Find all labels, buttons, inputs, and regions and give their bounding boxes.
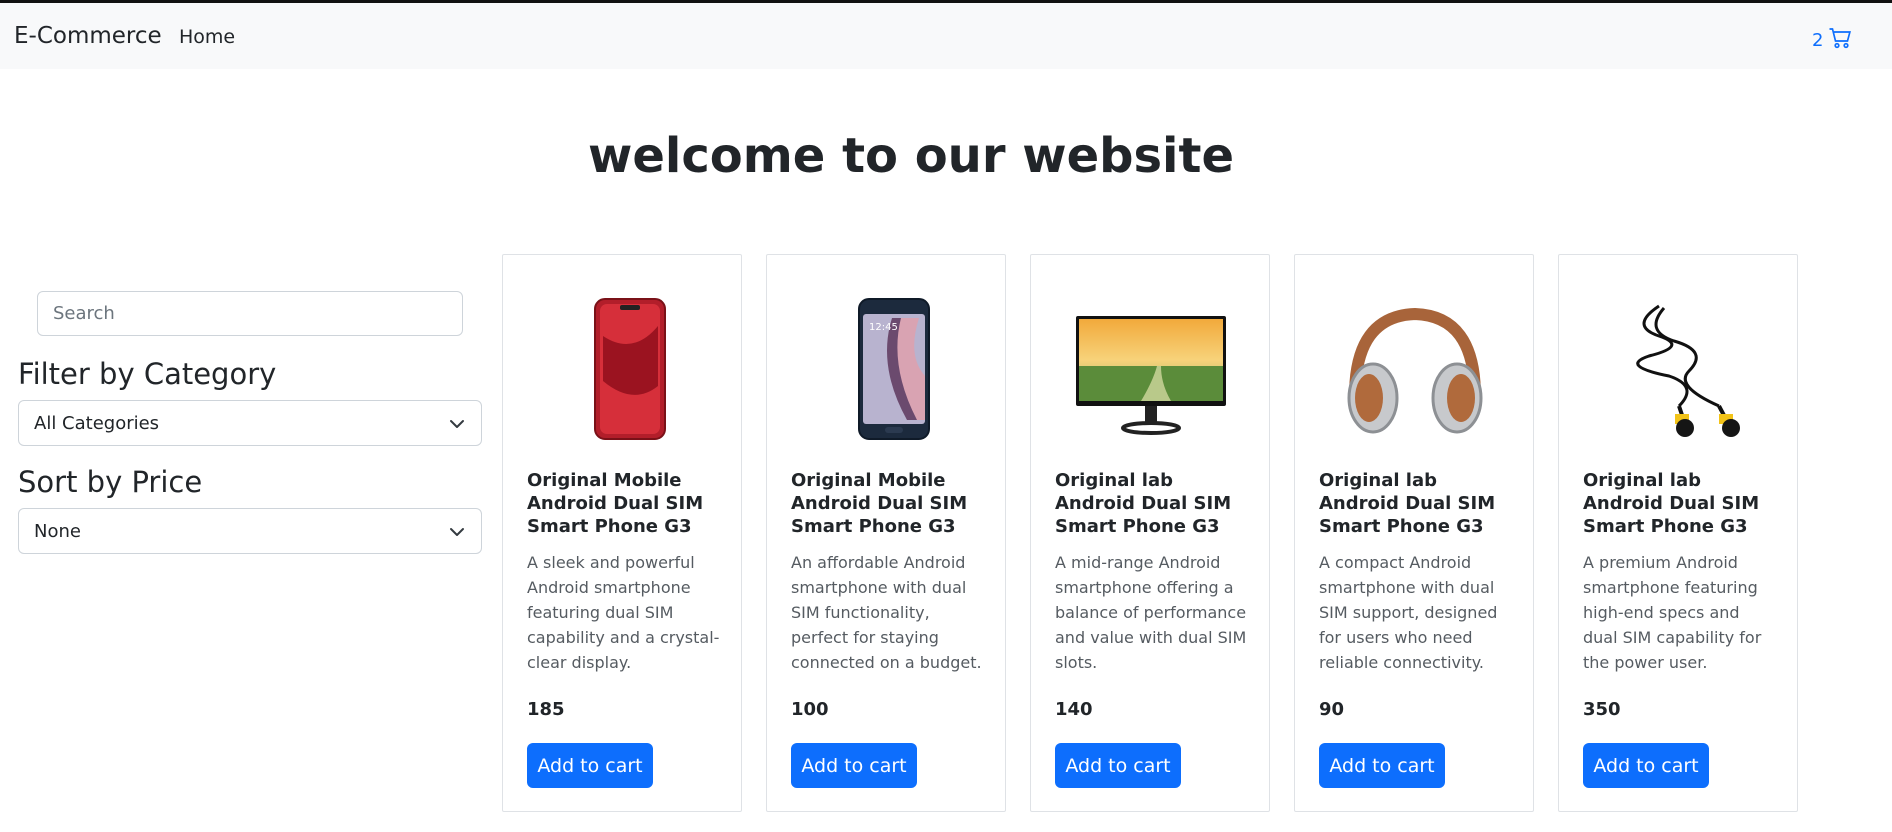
product-price: 90 [1319, 699, 1345, 720]
page-heading: welcome to our website [588, 128, 1235, 184]
nav-home-link[interactable]: Home [179, 26, 235, 48]
sort-select[interactable]: None [18, 508, 482, 554]
product-title: Original Mobile Android Dual SIM Smart P… [527, 470, 704, 537]
dark-smartphone-image: 12:45 [791, 291, 983, 451]
product-card: Original lab Android Dual SIM Smart Phon… [1294, 254, 1534, 812]
product-card: 12:45 Original Mobile Android Dual SIM S… [766, 254, 1006, 812]
product-card: Original Mobile Android Dual SIM Smart P… [502, 254, 742, 812]
red-smartphone-image [527, 291, 719, 451]
add-to-cart-button[interactable]: Add to cart [527, 743, 653, 788]
product-card: Original lab Android Dual SIM Smart Phon… [1030, 254, 1270, 812]
chevron-down-icon [450, 420, 464, 428]
product-title: Original lab Android Dual SIM Smart Phon… [1583, 470, 1760, 537]
category-select[interactable]: All Categories [18, 400, 482, 446]
monitor-image [1055, 291, 1247, 451]
category-select-value: All Categories [34, 413, 160, 434]
product-price: 100 [791, 699, 829, 720]
earphones-image [1583, 291, 1775, 451]
chevron-down-icon [450, 528, 464, 536]
add-to-cart-button[interactable]: Add to cart [1055, 743, 1181, 788]
product-title: Original lab Android Dual SIM Smart Phon… [1055, 470, 1232, 537]
add-to-cart-button[interactable]: Add to cart [1319, 743, 1445, 788]
product-title: Original Mobile Android Dual SIM Smart P… [791, 470, 968, 537]
product-description: An affordable Android smartphone with du… [791, 553, 982, 672]
navbar: E-Commerce Home 2 [0, 3, 1892, 69]
product-description: A compact Android smartphone with dual S… [1319, 553, 1498, 672]
product-price: 185 [527, 699, 565, 720]
cart-icon [1828, 26, 1852, 55]
product-title: Original lab Android Dual SIM Smart Phon… [1319, 470, 1496, 537]
add-to-cart-button[interactable]: Add to cart [1583, 743, 1709, 788]
product-price: 140 [1055, 699, 1093, 720]
filter-category-title: Filter by Category [18, 357, 277, 391]
cart-link[interactable]: 2 [1812, 26, 1852, 55]
product-description: A premium Android smartphone featuring h… [1583, 553, 1762, 672]
cart-count: 2 [1812, 30, 1824, 51]
product-description: A mid-range Android smartphone offering … [1055, 553, 1247, 672]
brand-link[interactable]: E-Commerce [14, 23, 162, 49]
sort-price-title: Sort by Price [18, 465, 203, 499]
add-to-cart-button[interactable]: Add to cart [791, 743, 917, 788]
product-description: A sleek and powerful Android smartphone … [527, 553, 720, 672]
sort-select-value: None [34, 521, 81, 542]
product-card: Original lab Android Dual SIM Smart Phon… [1558, 254, 1798, 812]
svg-text:12:45: 12:45 [869, 322, 898, 333]
search-input[interactable] [37, 291, 463, 336]
product-price: 350 [1583, 699, 1621, 720]
headphones-image [1319, 291, 1511, 451]
